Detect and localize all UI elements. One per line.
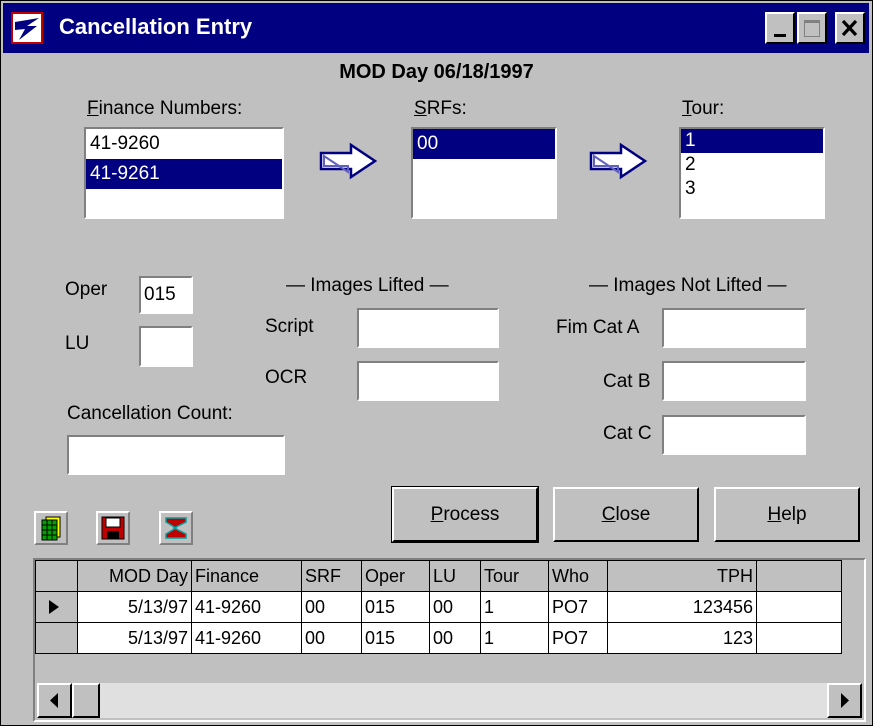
grid-cell[interactable]: 41-9260	[191, 591, 302, 623]
window-title: Cancellation Entry	[59, 14, 253, 39]
grid-cell[interactable]: 5/13/97	[77, 591, 192, 623]
minimize-icon	[774, 34, 786, 37]
grid-cell[interactable]: 00	[301, 591, 362, 623]
save-button[interactable]	[96, 511, 130, 545]
save-icon	[101, 516, 125, 540]
sum-button[interactable]	[159, 511, 193, 545]
grid-cell[interactable]: 5/13/97	[77, 622, 192, 654]
scroll-thumb[interactable]	[72, 683, 100, 718]
srfs-label: SRFs:	[414, 98, 467, 119]
close-button[interactable]: Close	[553, 487, 699, 542]
grid-cell[interactable]: 123	[607, 622, 757, 654]
column-header[interactable]: Tour	[480, 560, 549, 592]
column-header[interactable]: SRF	[301, 560, 362, 592]
close-window-button[interactable]	[835, 12, 865, 44]
script-input[interactable]	[357, 308, 499, 348]
title-bar[interactable]: Cancellation Entry	[3, 3, 869, 53]
data-grid[interactable]: MOD Day Finance SRF Oper LU Tour Who TPH…	[33, 558, 866, 722]
script-label: Script	[265, 316, 314, 337]
cat-b-input[interactable]	[662, 361, 806, 401]
right-arrow-icon	[841, 693, 849, 708]
row-indicator[interactable]	[35, 591, 78, 623]
horizontal-scrollbar[interactable]	[37, 683, 862, 718]
images-lifted-heading: — Images Lifted —	[286, 275, 449, 296]
right-arrow-icon	[589, 142, 648, 180]
list-item[interactable]: 3	[681, 177, 823, 201]
tour-listbox[interactable]: 1 2 3	[679, 127, 825, 219]
table-row[interactable]: 5/13/97 41-9260 00 015 00 1 PO7 123	[35, 622, 842, 654]
cancellation-count-input[interactable]	[67, 435, 285, 475]
current-row-pointer-icon	[49, 600, 59, 614]
scroll-right-button[interactable]	[827, 683, 862, 718]
row-indicator[interactable]	[35, 622, 78, 654]
list-item[interactable]: 2	[681, 153, 823, 177]
cancellation-entry-window: Cancellation Entry MOD Day 06/18/1997 Fi…	[0, 0, 873, 726]
close-icon	[841, 19, 858, 37]
grid-cell[interactable]: 00	[429, 591, 481, 623]
maximize-icon	[804, 20, 820, 37]
grid-cell[interactable]: PO7	[548, 591, 608, 623]
grid-cell[interactable]: 00	[301, 622, 362, 654]
grid-cell[interactable]: 00	[429, 622, 481, 654]
maximize-button[interactable]	[797, 12, 827, 44]
minimize-button[interactable]	[765, 12, 795, 44]
finance-numbers-listbox[interactable]: 41-9260 41-9261	[84, 127, 284, 219]
cat-c-label: Cat C	[603, 423, 652, 444]
srfs-listbox[interactable]: 00	[411, 127, 557, 219]
finance-numbers-label: Finance Numbers:	[87, 98, 243, 119]
grid-cell[interactable]: 015	[361, 622, 430, 654]
column-header[interactable]: Oper	[361, 560, 430, 592]
images-not-lifted-heading: — Images Not Lifted —	[589, 275, 787, 296]
fim-cat-a-label: Fim Cat A	[556, 317, 640, 338]
grid-cell[interactable]: 41-9260	[191, 622, 302, 654]
grid-cell[interactable]: 123456	[607, 591, 757, 623]
fim-cat-a-input[interactable]	[662, 308, 806, 348]
grid-cell[interactable]	[756, 622, 842, 654]
grid-cell[interactable]: 1	[480, 622, 549, 654]
lu-input[interactable]	[139, 326, 193, 367]
oper-label: Oper	[65, 279, 108, 300]
list-item[interactable]: 00	[413, 129, 555, 159]
sum-icon	[165, 517, 187, 539]
column-header[interactable]: Finance	[191, 560, 302, 592]
lu-label: LU	[65, 333, 90, 354]
ocr-label: OCR	[265, 367, 308, 388]
mod-day-header: MOD Day 06/18/1997	[339, 61, 534, 83]
column-header[interactable]: Who	[548, 560, 608, 592]
cancellation-count-label: Cancellation Count:	[67, 403, 233, 424]
grid-table: MOD Day Finance SRF Oper LU Tour Who TPH…	[35, 560, 842, 654]
scroll-left-button[interactable]	[37, 683, 72, 718]
list-item[interactable]: 41-9260	[86, 129, 282, 159]
list-item[interactable]: 41-9261	[86, 159, 282, 189]
right-arrow-icon	[319, 142, 378, 180]
spreadsheet-icon	[41, 516, 61, 541]
grid-cell[interactable]: 015	[361, 591, 430, 623]
grid-header-row: MOD Day Finance SRF Oper LU Tour Who TPH	[35, 560, 842, 592]
tour-label: Tour:	[682, 98, 725, 119]
grid-cell[interactable]: PO7	[548, 622, 608, 654]
help-button[interactable]: Help	[714, 487, 860, 542]
ocr-input[interactable]	[357, 361, 499, 401]
column-header[interactable]	[756, 560, 842, 592]
corner-cell	[35, 560, 78, 592]
grid-cell[interactable]	[756, 591, 842, 623]
grid-cell[interactable]: 1	[480, 591, 549, 623]
list-item[interactable]: 1	[681, 129, 823, 153]
left-arrow-icon	[50, 693, 58, 708]
eagle-logo-icon[interactable]	[11, 12, 43, 44]
process-button[interactable]: Process	[391, 486, 539, 543]
table-row[interactable]: 5/13/97 41-9260 00 015 00 1 PO7 123456	[35, 591, 842, 623]
cat-c-input[interactable]	[662, 415, 806, 455]
column-header[interactable]: LU	[429, 560, 481, 592]
column-header[interactable]: TPH	[607, 560, 757, 592]
column-header[interactable]: MOD Day	[77, 560, 192, 592]
cat-b-label: Cat B	[603, 371, 651, 392]
spreadsheet-button[interactable]	[34, 511, 68, 545]
oper-input[interactable]: 015	[139, 276, 193, 314]
